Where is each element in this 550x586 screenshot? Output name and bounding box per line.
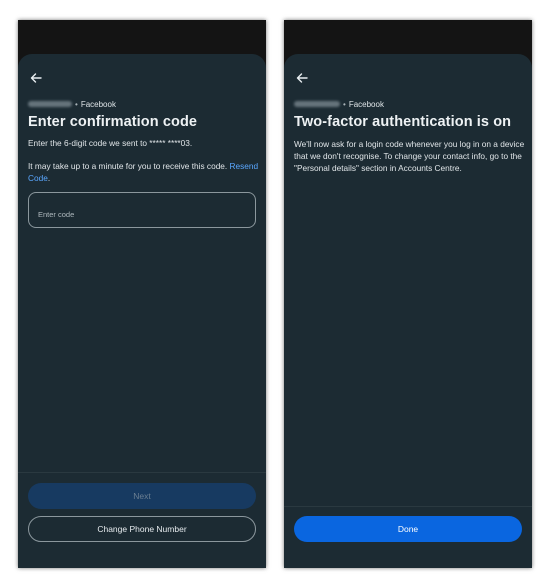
account-row: • Facebook bbox=[294, 98, 384, 110]
page-title: Enter confirmation code bbox=[28, 114, 198, 130]
screenshot-stage: • Facebook Enter confirmation code Enter… bbox=[0, 0, 550, 586]
back-arrow-icon[interactable] bbox=[294, 70, 310, 86]
footer-divider bbox=[284, 506, 532, 507]
account-separator: • bbox=[343, 99, 346, 109]
account-row: • Facebook bbox=[28, 98, 116, 110]
back-arrow-icon[interactable] bbox=[28, 70, 44, 86]
blurred-account-name bbox=[28, 101, 72, 107]
footer-divider bbox=[18, 472, 266, 473]
code-input[interactable] bbox=[28, 192, 256, 228]
bottom-sheet: • Facebook Enter confirmation code Enter… bbox=[18, 54, 266, 568]
account-app-label: Facebook bbox=[80, 99, 116, 109]
confirmation-code-screen: • Facebook Enter confirmation code Enter… bbox=[18, 20, 266, 568]
wait-text: It may take up to a minute for you to re… bbox=[28, 161, 228, 171]
instruction-text: Enter the 6-digit code we sent to ***** … bbox=[28, 138, 193, 148]
two-factor-enabled-screen: • Facebook Two-factor authentication is … bbox=[284, 20, 532, 568]
done-button[interactable]: Done bbox=[294, 516, 522, 542]
resend-suffix: . bbox=[47, 173, 51, 183]
account-separator: • bbox=[75, 99, 78, 109]
blurred-account-name bbox=[294, 101, 340, 107]
account-app-label: Facebook bbox=[348, 99, 384, 109]
confirmation-body-text: We'll now ask for a login code whenever … bbox=[294, 139, 525, 173]
change-phone-number-button[interactable]: Change Phone Number bbox=[28, 516, 256, 542]
wait-notice: It may take up to a minute for you to re… bbox=[28, 160, 260, 184]
next-button[interactable]: Next bbox=[28, 483, 256, 509]
page-title: Two-factor authentication is on bbox=[294, 114, 512, 130]
bottom-sheet: • Facebook Two-factor authentication is … bbox=[284, 54, 532, 568]
